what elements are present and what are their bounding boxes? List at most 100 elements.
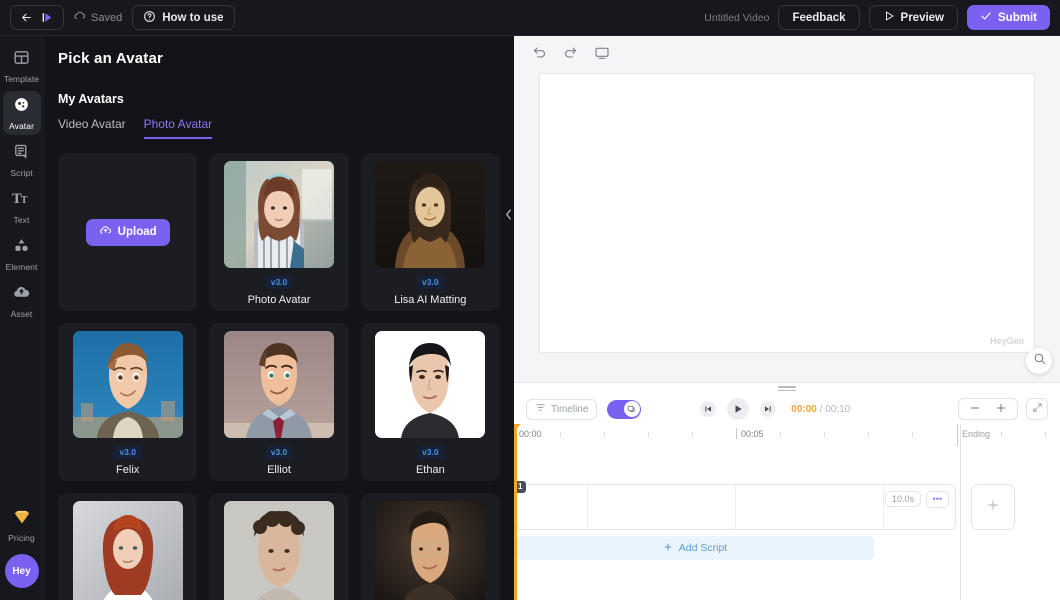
template-icon — [13, 49, 30, 71]
sidebar-item-script[interactable]: Script — [3, 138, 41, 182]
total-time: 00:10 — [825, 403, 851, 415]
avatar-card[interactable]: v3.0 Ethan — [360, 323, 500, 481]
upload-button[interactable]: Upload — [85, 218, 170, 246]
tab-video-avatar[interactable]: Video Avatar — [58, 117, 126, 139]
minus-icon[interactable] — [969, 402, 981, 417]
play-button[interactable] — [727, 398, 750, 420]
avatar-card[interactable]: v3.0 Lisa AI Matting — [360, 153, 500, 311]
sidebar-item-text[interactable]: TT Text — [3, 185, 41, 229]
timeline-icon — [535, 402, 546, 416]
avatar-panel-header: Pick an Avatar My Avatars Video Avatar P… — [44, 50, 514, 139]
body-row: Template Avatar Script TT Text Element A… — [0, 36, 1060, 600]
back-and-logo-group[interactable] — [10, 5, 64, 30]
brand-label: Hey — [12, 565, 31, 577]
avatar-thumbnail — [72, 331, 183, 438]
grip-lines-icon — [778, 384, 796, 393]
time-separator: / — [819, 403, 823, 415]
avatar-card-name: Ethan — [415, 464, 445, 476]
avatar-thumbnail — [375, 161, 486, 268]
timeline-tracks[interactable]: 00:00 00:05 Ending 1 10.0s ••• Add Scrip… — [514, 424, 1046, 600]
skip-back-button[interactable] — [700, 401, 717, 417]
playhead[interactable] — [514, 424, 521, 600]
avatar-card[interactable] — [58, 493, 198, 600]
avatar-card[interactable]: v3.0 Felix — [58, 323, 198, 481]
transport-controls: 00:00 / 00:10 — [700, 398, 850, 420]
text-icon: TT — [12, 190, 31, 212]
check-icon — [980, 10, 992, 25]
avatar-card-name: Felix — [116, 464, 140, 476]
avatar-card-meta: v3.0 Felix — [114, 442, 141, 476]
avatar-card[interactable] — [209, 493, 349, 600]
preview-label: Preview — [900, 11, 945, 24]
avatar-panel: Pick an Avatar My Avatars Video Avatar P… — [44, 36, 514, 600]
scene-mode-toggle[interactable] — [607, 399, 642, 419]
timeline-ruler[interactable]: 00:00 00:05 Ending — [514, 424, 1046, 446]
canvas-zoom-button[interactable] — [1026, 348, 1052, 374]
play-outline-icon — [883, 10, 895, 25]
scene-icon — [627, 400, 636, 418]
version-badge: v3.0 — [114, 446, 141, 459]
upload-label: Upload — [117, 226, 157, 238]
magnifier-icon — [1033, 352, 1046, 370]
video-title[interactable]: Untitled Video — [704, 12, 769, 24]
skip-forward-button[interactable] — [760, 401, 777, 417]
version-badge: v3.0 — [265, 446, 293, 459]
feedback-button[interactable]: Feedback — [778, 5, 860, 30]
sidebar-item-asset[interactable]: Asset — [3, 279, 41, 323]
timeline-mode-chip[interactable]: Timeline — [526, 398, 598, 420]
arrow-left-icon[interactable] — [20, 11, 33, 24]
asset-upload-icon — [13, 284, 30, 306]
add-script-button[interactable]: Add Script — [516, 536, 874, 560]
preview-button[interactable]: Preview — [868, 5, 959, 30]
cloud-upload-icon — [99, 224, 112, 240]
section-title: My Avatars — [58, 92, 124, 106]
add-track-button[interactable] — [971, 484, 1015, 530]
avatar-thumbnail — [375, 501, 486, 600]
saved-status: Saved — [74, 10, 122, 25]
tab-photo-avatar[interactable]: Photo Avatar — [143, 117, 213, 139]
undo-icon[interactable] — [532, 45, 547, 65]
time-readout: 00:00 / 00:10 — [791, 404, 850, 415]
sidebar-item-template[interactable]: Template — [3, 44, 41, 88]
timeline-panel: Timeline 00:00 / 00:10 00:00 00:05 Endin… — [514, 382, 1060, 600]
feedback-label: Feedback — [792, 11, 846, 24]
avatar-card[interactable] — [360, 493, 500, 600]
avatar-clip[interactable]: 1 10.0s ••• — [514, 481, 956, 530]
version-badge: v3.0 — [417, 446, 444, 459]
timeline-resize-handle[interactable] — [514, 383, 1060, 394]
plus-icon[interactable] — [995, 402, 1007, 417]
canvas-wrapper: HeyGen — [514, 74, 1060, 382]
timeline-chip-label: Timeline — [551, 403, 589, 415]
avatar-card-meta: v3.0 Lisa AI Matting — [394, 272, 466, 306]
brand-avatar-button[interactable]: Hey — [4, 554, 39, 588]
avatar-card[interactable]: v3.0 Photo Avatar — [209, 153, 349, 311]
timeline-body: 00:00 00:05 Ending 1 10.0s ••• Add Scrip… — [514, 424, 1060, 600]
monitor-icon[interactable] — [594, 45, 610, 66]
how-to-use-button[interactable]: How to use — [132, 5, 235, 30]
timeline-side-column — [960, 424, 1060, 600]
sidebar-item-avatar[interactable]: Avatar — [2, 91, 41, 135]
how-to-use-label: How to use — [162, 11, 224, 24]
sidebar-item-label: Asset — [10, 308, 33, 319]
avatar-icon — [13, 96, 30, 118]
clip-more-button[interactable]: ••• — [925, 491, 949, 508]
svg-text:T: T — [21, 196, 28, 206]
track-row: 1 10.0s ••• — [514, 481, 960, 532]
video-canvas[interactable]: HeyGen — [540, 74, 1034, 352]
sidebar-item-pricing[interactable]: Pricing — [3, 504, 41, 548]
avatar-card[interactable]: v3.0 Elliot — [209, 323, 349, 481]
fit-timeline-button[interactable] — [1026, 398, 1048, 420]
sidebar-item-label: Script — [10, 167, 33, 178]
sidebar-item-element[interactable]: Element — [3, 232, 41, 276]
avatar-thumbnail — [72, 501, 183, 600]
sidebar-item-label: Pricing — [8, 533, 35, 543]
redo-icon[interactable] — [563, 45, 578, 65]
submit-button[interactable]: Submit — [967, 5, 1050, 30]
sidebar-item-label: Template — [3, 73, 40, 84]
sidebar-item-label: Element — [5, 261, 38, 272]
upload-card[interactable]: Upload — [58, 153, 198, 311]
panel-collapse-button[interactable] — [502, 196, 514, 236]
ruler-label: 00:05 — [741, 429, 764, 439]
heygen-mark-icon[interactable] — [41, 11, 54, 24]
clip-duration-label[interactable]: 10.0s — [884, 491, 921, 507]
